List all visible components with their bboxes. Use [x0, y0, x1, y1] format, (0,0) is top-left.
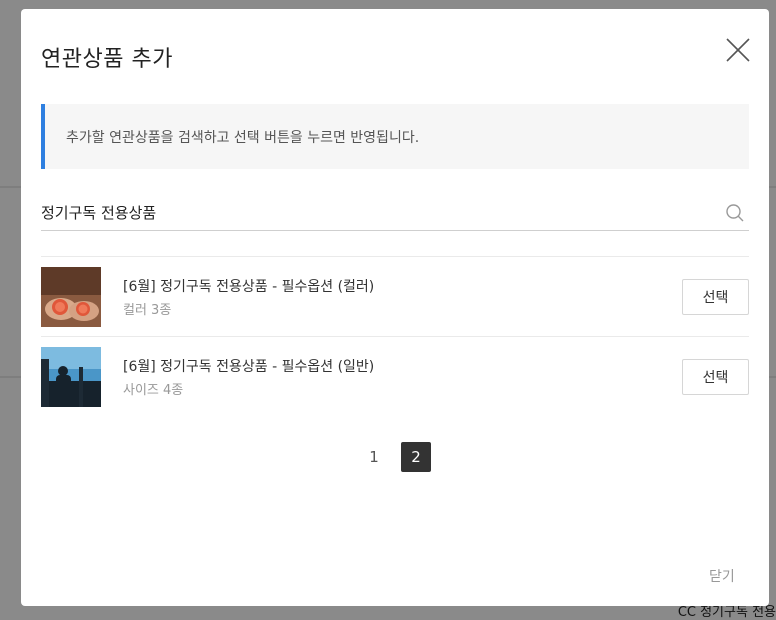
search-icon [726, 204, 744, 222]
page-link-1[interactable]: 1 [359, 442, 389, 472]
search-input[interactable] [41, 198, 711, 226]
search-button[interactable] [725, 203, 745, 223]
pagination: 1 2 [21, 442, 769, 472]
modal-title: 연관상품 추가 [41, 47, 173, 72]
close-text-button[interactable]: 닫기 [709, 566, 735, 586]
search-bar [41, 194, 749, 231]
page-link-2-current[interactable]: 2 [401, 442, 431, 472]
product-option-summary: 컬러 3종 [123, 303, 172, 318]
select-button[interactable]: 선택 [682, 359, 749, 395]
product-title: [6월] 정기구독 전용상품 - 필수옵션 (컬러) [123, 279, 375, 295]
notice-text: 추가할 연관상품을 검색하고 선택 버튼을 누르면 반영됩니다. [66, 130, 420, 146]
product-thumbnail [41, 347, 101, 407]
product-list: [6월] 정기구독 전용상품 - 필수옵션 (컬러) 컬러 3종 선택 [6월]… [41, 256, 749, 416]
product-thumbnail [41, 267, 101, 327]
add-related-product-modal: 연관상품 추가 추가할 연관상품을 검색하고 선택 버튼을 누르면 반영됩니다. [21, 9, 769, 606]
product-title: [6월] 정기구독 전용상품 - 필수옵션 (일반) [123, 359, 375, 375]
notice-box: 추가할 연관상품을 검색하고 선택 버튼을 누르면 반영됩니다. [41, 104, 749, 169]
silhouette-image [41, 347, 101, 407]
grapefruit-image [41, 267, 101, 327]
close-icon [726, 38, 750, 62]
list-item: [6월] 정기구독 전용상품 - 필수옵션 (일반) 사이즈 4종 선택 [41, 336, 749, 416]
list-item: [6월] 정기구독 전용상품 - 필수옵션 (컬러) 컬러 3종 선택 [41, 256, 749, 336]
select-button[interactable]: 선택 [682, 279, 749, 315]
product-option-summary: 사이즈 4종 [123, 383, 184, 398]
close-button[interactable] [725, 37, 751, 63]
